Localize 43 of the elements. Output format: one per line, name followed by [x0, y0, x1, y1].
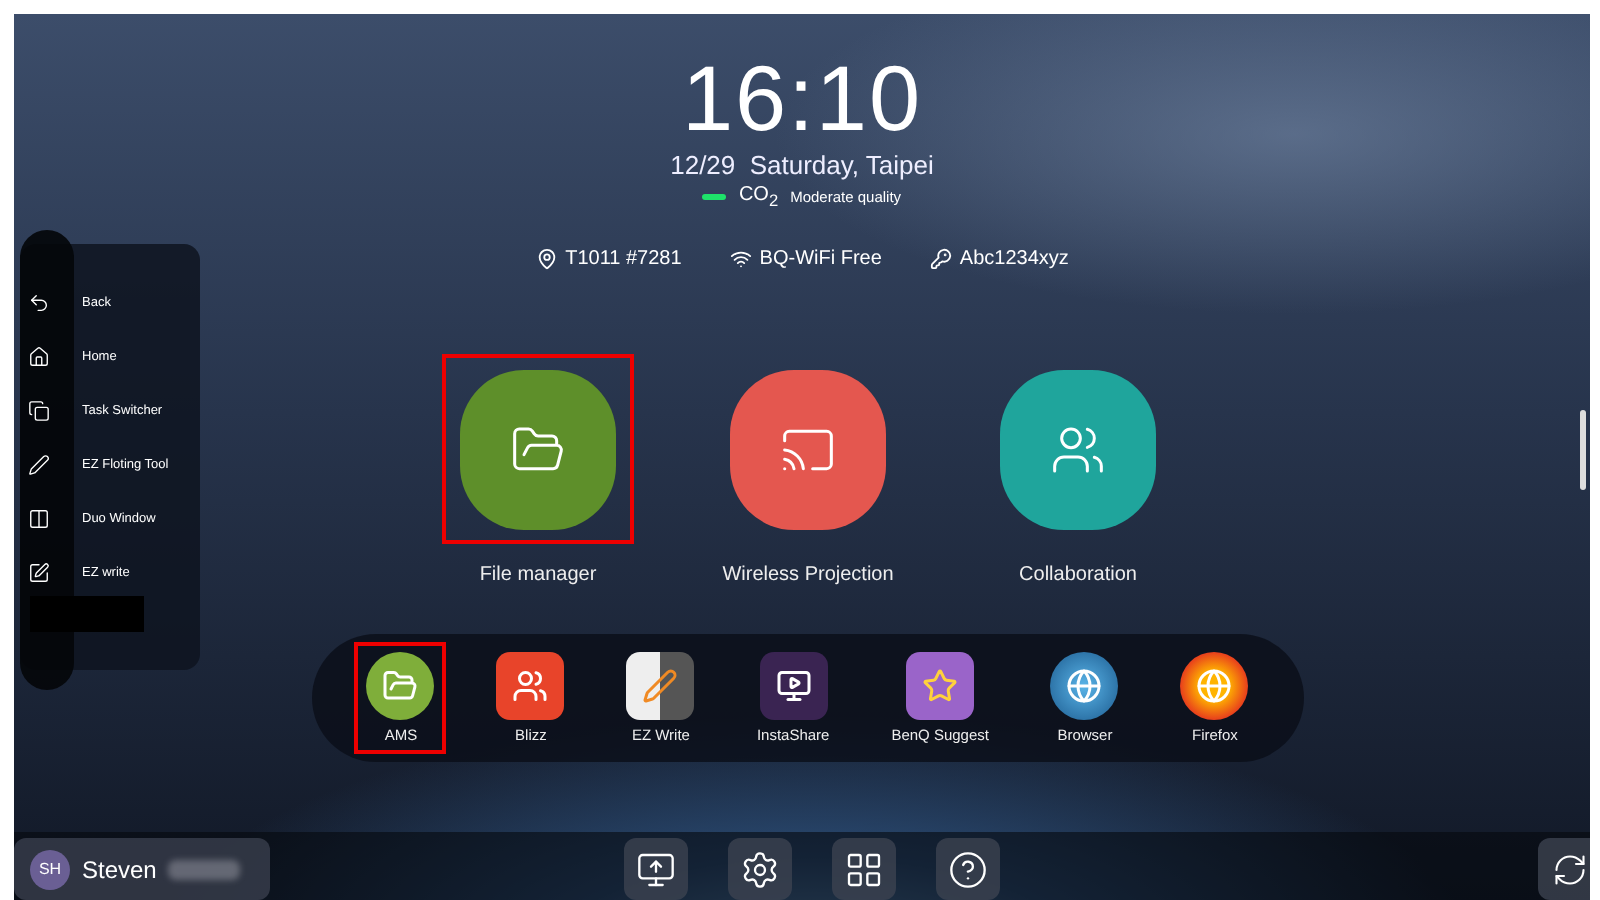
redacted-block [30, 596, 144, 632]
network-info: T1011 #7281 [535, 248, 682, 270]
apps-button[interactable] [832, 838, 896, 900]
user-name: Steven [82, 855, 157, 883]
tasks-icon [28, 399, 50, 421]
people-icon [512, 668, 549, 704]
network-info: BQ-WiFi Free [729, 248, 882, 270]
tile-label: File manager [479, 564, 597, 586]
app-tile[interactable] [460, 369, 616, 529]
user-avatar: SH [30, 849, 70, 889]
user-chip[interactable]: SH Steven [14, 838, 270, 900]
network-info: Abc1234xyz [929, 248, 1069, 270]
help-icon [948, 849, 988, 889]
pen-icon [642, 668, 679, 704]
help-button[interactable] [936, 838, 1000, 900]
key-icon [929, 248, 952, 270]
globe-icon [1066, 668, 1103, 704]
tile-label: Collaboration [1019, 564, 1137, 586]
location-pin-icon [535, 248, 558, 270]
share-screen-button[interactable] [624, 838, 688, 900]
screen-upload-icon [636, 849, 676, 889]
star-icon [922, 668, 959, 704]
pen-icon [28, 453, 50, 475]
gear-icon [740, 849, 780, 889]
clock-time: 16:10 [681, 50, 923, 146]
rotate-button[interactable] [1538, 838, 1590, 900]
app-tile[interactable] [730, 369, 886, 529]
back-icon [28, 291, 50, 313]
duo-icon [28, 507, 50, 529]
co2-label: CO$_{2}$ [738, 184, 779, 210]
scroll-indicator [1580, 410, 1586, 490]
blurred-text [168, 859, 241, 879]
wifi-icon [729, 248, 752, 270]
folder-icon [382, 668, 419, 704]
write-icon [28, 561, 50, 583]
monitor-icon [775, 668, 812, 704]
date-location: 12/29 Saturday, Taipei [670, 150, 934, 180]
settings-button[interactable] [728, 838, 792, 900]
app-tile[interactable] [1000, 369, 1156, 529]
rotate-icon [1552, 851, 1588, 887]
grid-icon [844, 849, 884, 889]
home-icon [28, 345, 50, 367]
tile-label: Wireless Projection [722, 564, 894, 586]
